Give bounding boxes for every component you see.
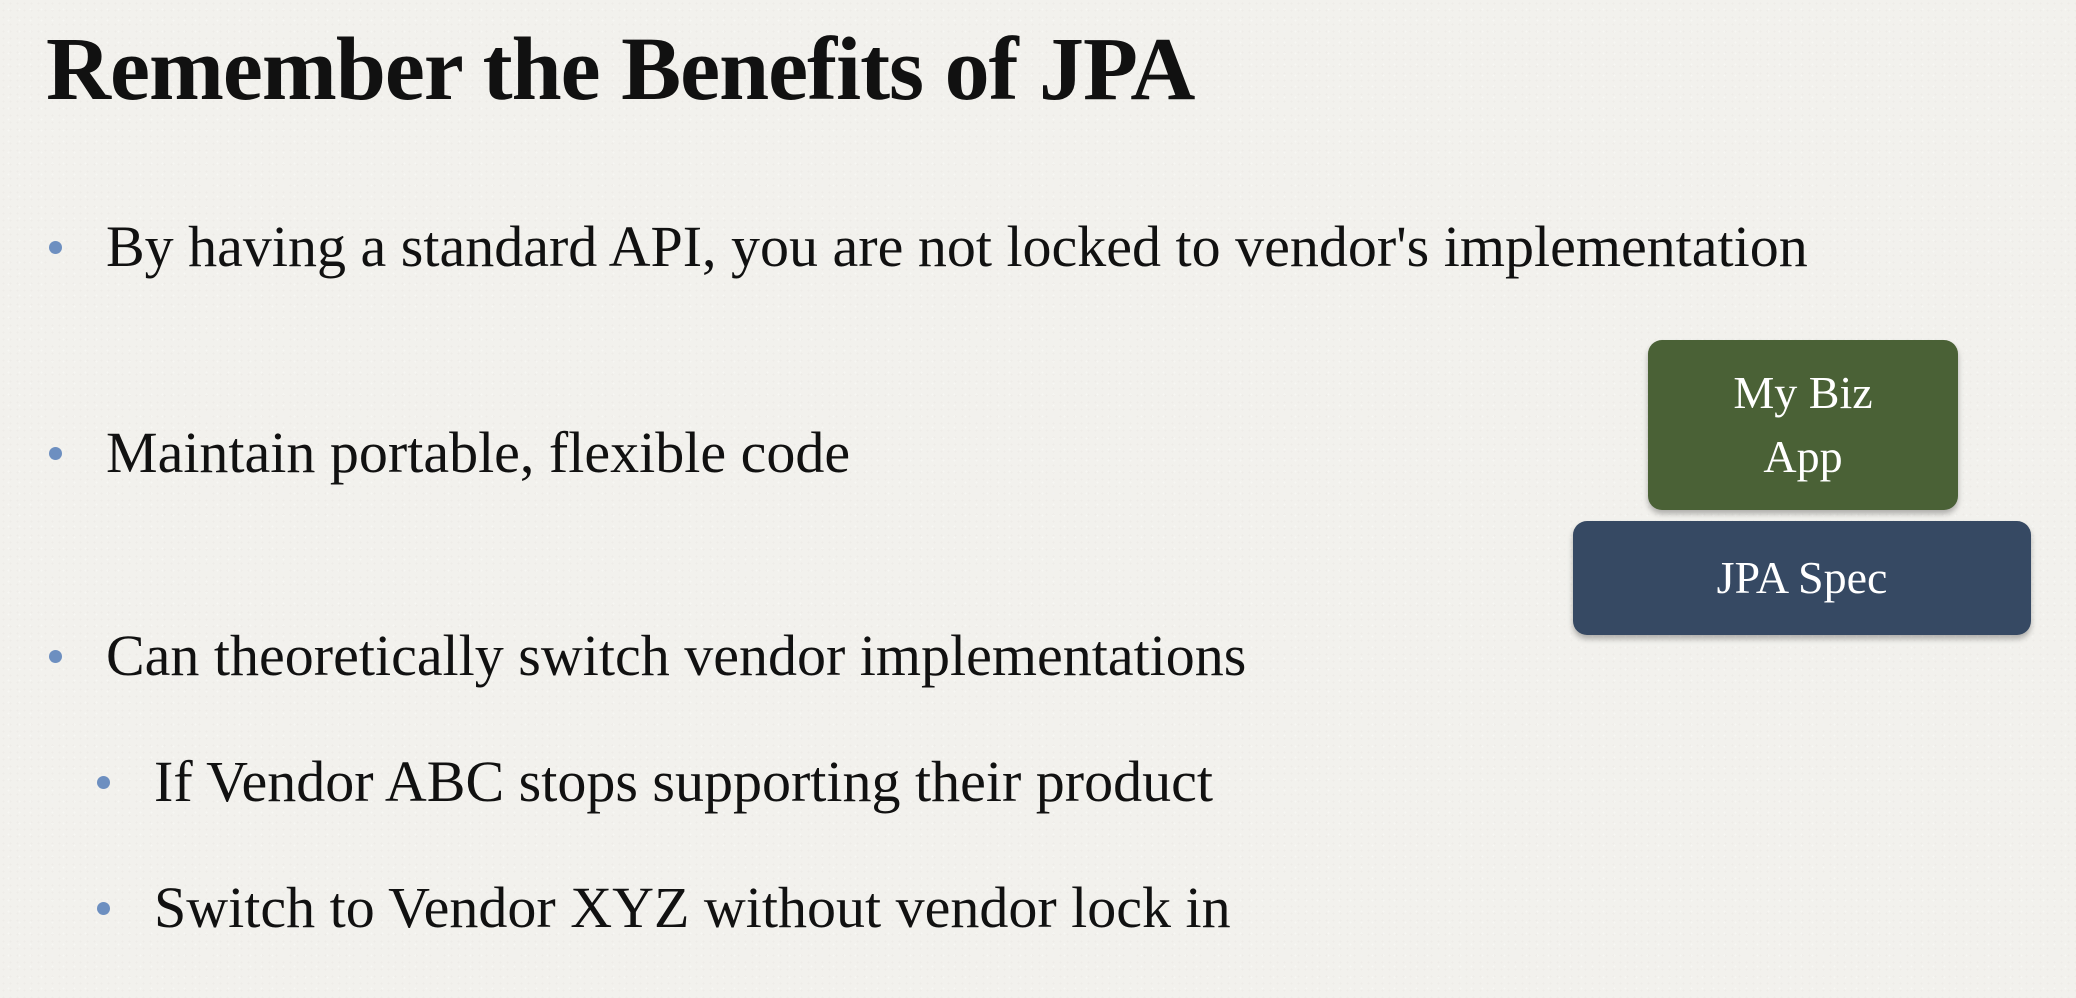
bullet-item-standard-api: By having a standard API, you are not lo…: [49, 212, 1808, 282]
bullet-dot-icon: [49, 649, 62, 663]
jpa-spec-label: JPA Spec: [1716, 551, 1888, 603]
bullet-text: Maintain portable, flexible code: [106, 420, 851, 485]
bullet-text: If Vendor ABC stops supporting their pro…: [154, 749, 1213, 814]
bullet-text: By having a standard API, you are not lo…: [106, 214, 1808, 279]
bullet-dot-icon: [49, 240, 62, 254]
my-biz-app-box: My Biz App: [1648, 340, 1958, 510]
jpa-spec-box: JPA Spec: [1573, 521, 2031, 635]
my-biz-app-label: My Biz App: [1733, 366, 1873, 482]
bullet-dot-icon: [97, 775, 110, 789]
bullet-item-switch-vendor: Can theoretically switch vendor implemen…: [49, 621, 1246, 691]
slide: Remember the Benefits of JPA By having a…: [0, 0, 2076, 998]
slide-title: Remember the Benefits of JPA: [46, 20, 1195, 119]
bullet-dot-icon: [49, 446, 62, 460]
sub-bullet-item-vendor-abc: If Vendor ABC stops supporting their pro…: [97, 747, 1213, 817]
sub-bullet-item-vendor-xyz: Switch to Vendor XYZ without vendor lock…: [97, 873, 1231, 943]
bullet-text: Switch to Vendor XYZ without vendor lock…: [154, 875, 1231, 940]
bullet-dot-icon: [97, 901, 110, 915]
bullet-text: Can theoretically switch vendor implemen…: [106, 623, 1247, 688]
bullet-item-portable-code: Maintain portable, flexible code: [49, 418, 850, 488]
